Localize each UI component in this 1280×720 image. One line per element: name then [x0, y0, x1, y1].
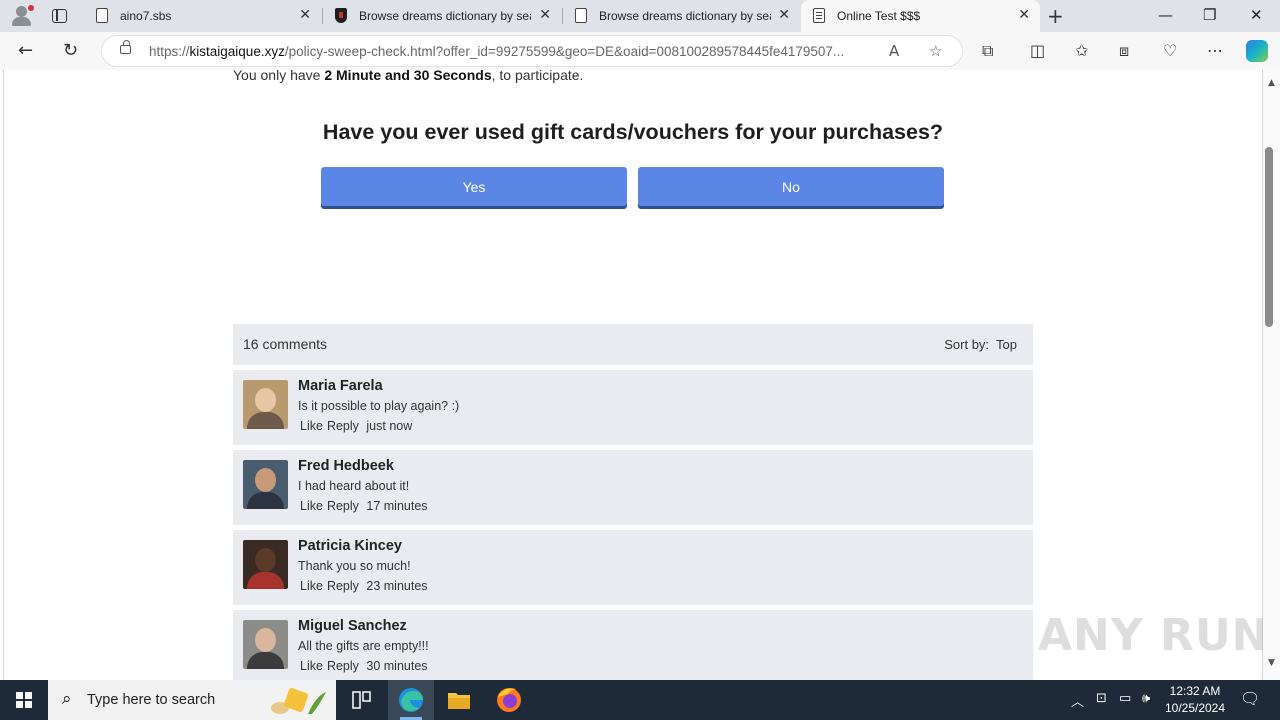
reply-link[interactable]: Reply — [327, 419, 359, 433]
notifications-icon[interactable]: 🗨 — [1240, 689, 1260, 708]
comment-text: I had heard about it! — [298, 479, 410, 493]
tab-title: Browse dreams dictionary by sea — [599, 9, 771, 23]
copilot-icon[interactable] — [1246, 40, 1268, 62]
comment-author: Maria Farela — [298, 378, 383, 394]
minimize-icon[interactable]: — — [1158, 6, 1173, 24]
avatar — [243, 460, 288, 509]
comment-time: 30 minutes — [366, 659, 428, 673]
comment-time: just now — [366, 419, 413, 433]
address-toolbar: ← ↻ https://kistaigaique.xyz/policy-swee… — [0, 32, 1280, 70]
back-icon[interactable]: ← — [18, 40, 33, 61]
anyrun-watermark: ANY RUN — [1038, 610, 1270, 661]
system-clock[interactable]: 12:32 AM 10/25/2024 — [1160, 683, 1230, 717]
search-icon: ⌕ — [62, 689, 72, 709]
network-icon[interactable]: ▭ — [1119, 691, 1131, 706]
task-view-icon[interactable] — [338, 680, 384, 720]
avatar — [243, 380, 288, 429]
close-tab-icon[interactable]: ✕ — [1018, 7, 1030, 23]
tab-title: aino7.sbs — [120, 9, 172, 23]
tray-overflow-icon[interactable]: ︿ — [1071, 691, 1084, 710]
tab-online-test[interactable]: Online Test $$$ ✕ — [801, 0, 1040, 32]
volume-icon[interactable]: 🕪 — [1142, 691, 1150, 706]
windows-taskbar: ⌕ Type here to search ︿ ⊡ ▭ 🕪 12:32 AM 1… — [0, 680, 1280, 720]
split-screen-icon[interactable]: ◫ — [1030, 41, 1045, 60]
reply-link[interactable]: Reply — [327, 659, 359, 673]
lock-icon[interactable] — [120, 40, 131, 54]
like-link[interactable]: Like — [300, 579, 323, 593]
page-icon — [96, 8, 108, 23]
read-aloud-icon[interactable]: A — [889, 42, 899, 60]
collections-icon[interactable]: ⧈ — [1119, 41, 1129, 61]
profile-icon[interactable] — [10, 5, 34, 27]
no-button[interactable]: No — [638, 167, 944, 206]
tab-dreams-2[interactable]: Browse dreams dictionary by sea ✕ — [563, 0, 800, 32]
timer-value: 2 Minute and 30 Seconds — [324, 70, 492, 83]
comment-item: Fred Hedbeek I had heard about it! Like R… — [233, 450, 1033, 525]
extensions-icon[interactable]: ⧉ — [982, 41, 993, 61]
tab-aino7[interactable]: aino7.sbs ✕ — [84, 0, 321, 32]
sort-control[interactable]: Sort by: Top — [944, 337, 1017, 352]
clock-time: 12:32 AM — [1169, 684, 1221, 698]
scroll-down-icon[interactable]: ▼ — [1263, 658, 1280, 668]
avatar — [243, 540, 288, 589]
close-window-icon[interactable]: ✕ — [1250, 6, 1263, 24]
favorite-star-icon[interactable]: ☆ — [929, 42, 942, 60]
comment-text: Is it possible to play again? :) — [298, 399, 460, 413]
browser-essentials-icon[interactable]: ♡ — [1163, 41, 1177, 60]
tab-actions-icon[interactable] — [52, 9, 67, 23]
survey-question: Have you ever used gift cards/vouchers f… — [322, 120, 944, 144]
tab-title: Online Test $$$ — [837, 9, 921, 23]
site-favicon-icon — [335, 8, 347, 23]
comment-item: Miguel Sanchez All the gifts are empty!!… — [233, 610, 1033, 680]
yes-button[interactable]: Yes — [321, 167, 627, 206]
tray-app-icon[interactable]: ⊡ — [1096, 691, 1107, 706]
web-page: You only have 2 Minute and 30 Seconds, t… — [0, 70, 1280, 680]
like-link[interactable]: Like — [300, 419, 323, 433]
search-highlight-icon — [271, 688, 326, 714]
sort-value: Top — [996, 337, 1017, 352]
comments-count: 16 comments — [243, 336, 328, 352]
comment-time: 17 minutes — [366, 499, 428, 513]
avatar — [243, 620, 288, 669]
close-tab-icon[interactable]: ✕ — [299, 7, 311, 23]
timer-notice: You only have 2 Minute and 30 Seconds, t… — [233, 70, 583, 83]
page-icon — [813, 8, 825, 23]
edge-taskbar-icon[interactable] — [388, 680, 434, 720]
comment-item: Patricia Kincey Thank you so much! Like R… — [233, 530, 1033, 605]
browser-tab-bar: aino7.sbs ✕ Browse dreams dictionary by … — [0, 0, 1280, 32]
windows-start-icon[interactable] — [16, 692, 32, 708]
restore-icon[interactable]: ❐ — [1203, 6, 1216, 24]
reply-link[interactable]: Reply — [327, 499, 359, 513]
like-link[interactable]: Like — [300, 659, 323, 673]
comment-author: Miguel Sanchez — [298, 618, 407, 634]
tab-dreams-1[interactable]: Browse dreams dictionary by sea ✕ — [323, 0, 561, 32]
new-tab-icon[interactable]: + — [1047, 4, 1064, 28]
tab-title: Browse dreams dictionary by sea — [359, 9, 531, 23]
address-bar[interactable]: https://kistaigaique.xyz/policy-sweep-ch… — [101, 35, 963, 67]
comment-time: 23 minutes — [366, 579, 428, 593]
page-icon — [575, 8, 587, 23]
taskbar-search[interactable]: ⌕ Type here to search — [48, 680, 336, 720]
comments-header: 16 comments Sort by: Top — [233, 324, 1033, 365]
refresh-icon[interactable]: ↻ — [63, 40, 78, 61]
like-link[interactable]: Like — [300, 499, 323, 513]
firefox-icon[interactable] — [486, 680, 532, 720]
comment-text: All the gifts are empty!!! — [298, 639, 429, 653]
clock-date: 10/25/2024 — [1164, 701, 1226, 715]
search-placeholder: Type here to search — [87, 692, 216, 708]
comment-author: Fred Hedbeek — [298, 458, 394, 474]
comment-item: Maria Farela Is it possible to play agai… — [233, 370, 1033, 445]
scroll-up-icon[interactable]: ▲ — [1263, 78, 1280, 88]
comment-author: Patricia Kincey — [298, 538, 402, 554]
close-tab-icon[interactable]: ✕ — [778, 7, 790, 23]
comment-text: Thank you so much! — [298, 559, 411, 573]
close-tab-icon[interactable]: ✕ — [539, 7, 551, 23]
file-explorer-icon[interactable] — [436, 680, 482, 720]
url-text[interactable]: https://kistaigaique.xyz/policy-sweep-ch… — [149, 44, 879, 59]
more-menu-icon[interactable]: ⋯ — [1207, 41, 1223, 60]
favorites-icon[interactable]: ✩ — [1075, 41, 1088, 60]
scrollbar-thumb[interactable] — [1265, 147, 1273, 327]
reply-link[interactable]: Reply — [327, 579, 359, 593]
